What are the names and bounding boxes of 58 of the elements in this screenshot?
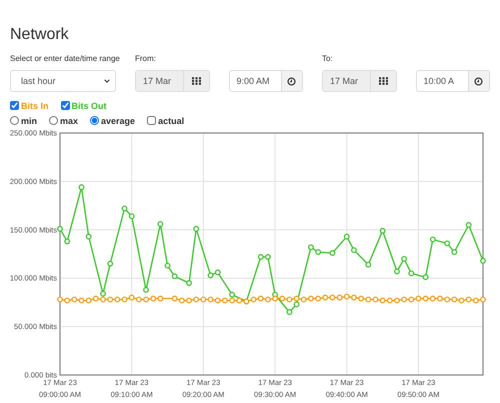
data-point	[365, 262, 372, 268]
option-label: min	[21, 116, 38, 126]
data-point	[401, 256, 408, 262]
data-point	[86, 234, 92, 240]
data-point	[466, 222, 472, 228]
data-point	[172, 273, 178, 280]
data-point	[186, 280, 192, 286]
field-label: To:	[322, 54, 333, 64]
data-point	[394, 268, 400, 274]
clock-button[interactable]	[280, 71, 302, 91]
data-point	[78, 184, 84, 190]
option-label: actual	[158, 116, 184, 126]
series-label: Bits Out	[72, 100, 107, 110]
data-point	[107, 260, 114, 267]
data-point	[122, 206, 128, 212]
data-point	[344, 234, 350, 240]
data-point	[480, 258, 486, 264]
clock-icon	[474, 76, 484, 86]
data-point	[330, 250, 336, 256]
data-point	[128, 213, 135, 220]
time-field[interactable]: 10:00 A	[416, 70, 490, 92]
data-point	[157, 221, 164, 227]
mode-checkbox[interactable]	[147, 116, 156, 125]
calendar-icon	[192, 77, 201, 85]
option-label: max	[60, 116, 78, 126]
data-point	[164, 262, 170, 269]
data-point	[430, 236, 436, 242]
data-point	[451, 249, 458, 255]
calendar-button[interactable]	[370, 71, 396, 91]
data-point	[193, 226, 200, 232]
mode-radio[interactable]	[49, 116, 58, 125]
data-point	[380, 228, 386, 234]
date-field[interactable]: 17 Mar	[322, 70, 396, 92]
field-label: From:	[135, 54, 156, 64]
data-point	[351, 247, 357, 254]
data-point	[286, 309, 292, 315]
data-point	[64, 238, 70, 244]
time-field[interactable]: 9:00 AM	[228, 70, 303, 92]
data-point	[143, 286, 149, 293]
data-point	[422, 274, 429, 280]
mode-radio[interactable]	[90, 116, 100, 125]
option-label: average	[101, 116, 136, 126]
series-checkbox[interactable]	[60, 101, 70, 110]
clock-button[interactable]	[468, 71, 489, 91]
series-checkbox[interactable]	[10, 101, 19, 110]
calendar-icon	[378, 77, 388, 85]
page-title: Network	[10, 26, 69, 44]
calendar-button[interactable]	[183, 71, 208, 91]
caret-icon	[104, 79, 110, 83]
range-select[interactable]: last hour	[10, 70, 116, 92]
data-point	[444, 240, 450, 246]
clock-icon	[287, 76, 296, 86]
mode-radio[interactable]	[10, 116, 19, 125]
date-field[interactable]: 17 Mar	[135, 70, 210, 92]
data-point	[408, 270, 414, 276]
field-label: Select or enter date/time range	[10, 54, 120, 64]
data-point	[57, 226, 63, 232]
series-label: Bits In	[21, 100, 49, 110]
